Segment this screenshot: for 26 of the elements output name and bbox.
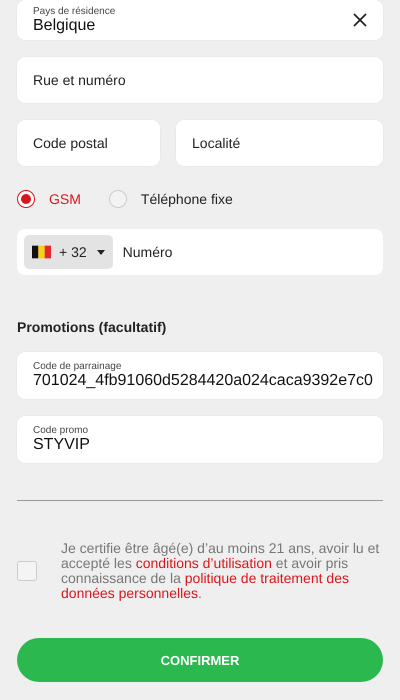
input-field[interactable]: Localité — [176, 120, 383, 166]
phone-field[interactable]: + 32 Numéro — [17, 229, 383, 275]
consent-text: Je certifie être âgé(e) d’au moins 21 ans, avoir lu et accepté les conditions d’utilisation et avoir pris connaissance de la politique de traitement des données personnelles. — [61, 541, 380, 601]
radio-label[interactable]: Téléphone fixe — [140, 191, 233, 207]
field-value: Belgique — [33, 16, 96, 34]
terms-link[interactable]: conditions d’utilisation — [136, 555, 272, 571]
input-field[interactable]: Code de parrainage 701024_4fb91060d5284420a024caca9392e7c0 — [17, 352, 383, 399]
country-select[interactable]: Pays de résidence Belgique — [17, 0, 383, 40]
terms-link[interactable]: politique de traitement des — [184, 570, 349, 586]
street-input[interactable]: Rue et numéro — [17, 57, 383, 103]
field-value: STYVIP — [33, 436, 90, 454]
radio-label[interactable]: GSM — [49, 191, 81, 207]
input-field[interactable]: Code postal — [17, 120, 160, 166]
field-value: 701024_4fb91060d5284420a024caca9392e7c0 — [33, 372, 373, 390]
field-label: Code promo — [33, 425, 88, 436]
radio-button[interactable] — [17, 190, 35, 208]
country-code-dropdown[interactable]: + 32 — [24, 235, 113, 269]
input-field[interactable]: Code promo STYVIP — [17, 416, 383, 463]
flag-icon — [32, 245, 51, 259]
terms-link[interactable]: données personnelles — [61, 585, 198, 601]
section-title: Promotions (facultatif) — [17, 319, 168, 335]
field-label: Code de parrainage — [33, 361, 122, 372]
close-icon[interactable] — [353, 13, 367, 27]
caret-icon — [96, 250, 105, 254]
checkbox[interactable] — [17, 561, 37, 581]
field-label: Pays de résidence — [33, 6, 116, 16]
